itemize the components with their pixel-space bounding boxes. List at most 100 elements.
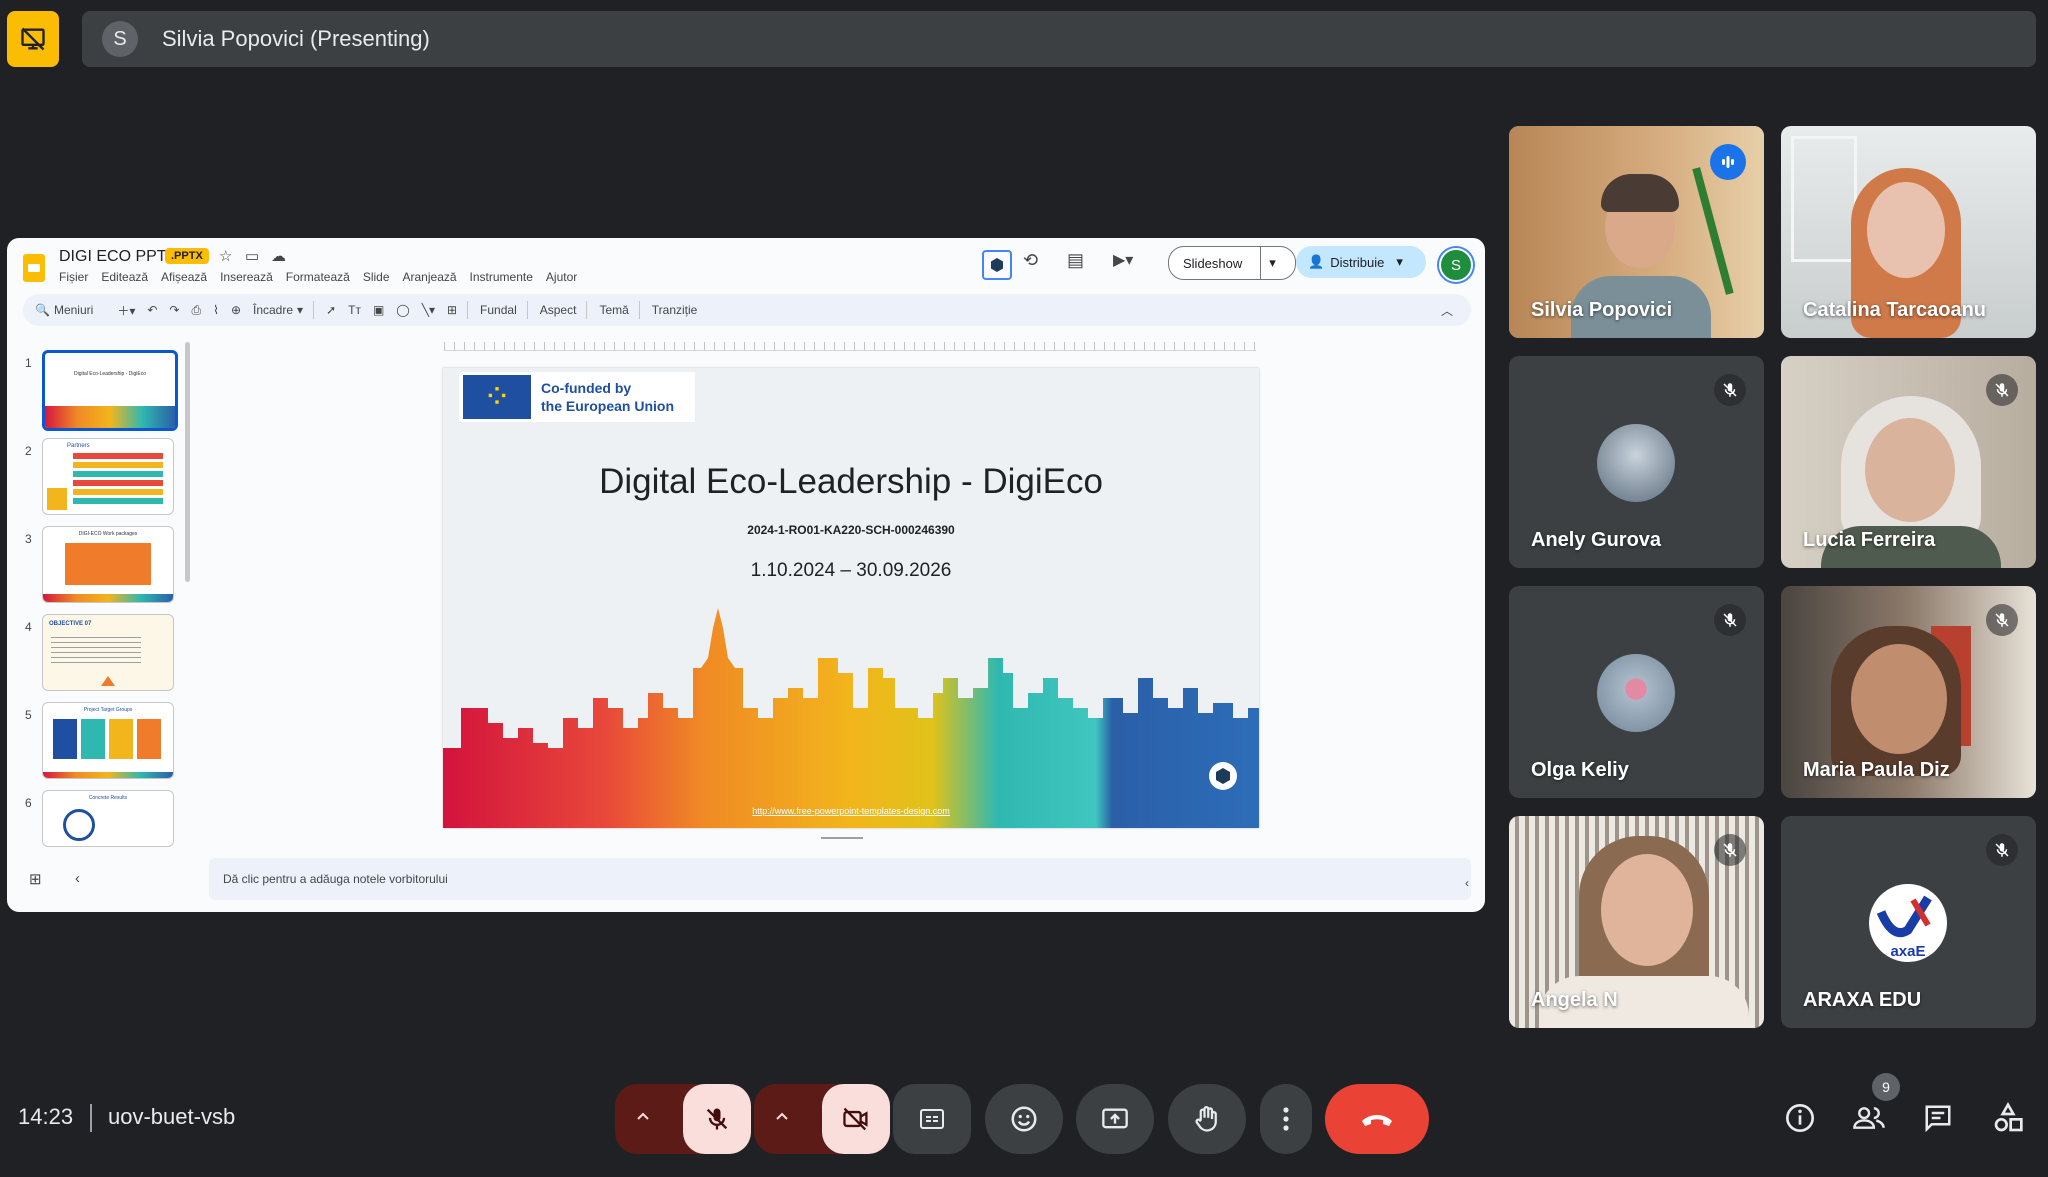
activities-icon	[1994, 1102, 2023, 1132]
activities-button[interactable]	[1990, 1100, 2026, 1136]
collapse-filmstrip-icon[interactable]: ‹	[75, 870, 80, 887]
slide-thumbnail-2[interactable]: Partners	[42, 438, 174, 515]
folder-icon[interactable]: ▭	[245, 247, 259, 265]
slide-filmstrip: 1 Digital Eco-Leadership - DigiEco 2 Par…	[7, 338, 197, 858]
document-title[interactable]: DIGI ECO PPT	[59, 248, 167, 266]
chevron-down-icon[interactable]: ▾	[1396, 254, 1403, 270]
present-off-icon	[21, 27, 45, 51]
slide-thumbnail-5[interactable]: Project Target Groups	[42, 702, 174, 779]
side-panel-toggle-icon[interactable]: ‹	[1465, 876, 1469, 890]
current-slide[interactable]: ⁘ Co-funded by the European Union Digita…	[443, 368, 1259, 828]
layout-button[interactable]: Aspect	[540, 303, 577, 317]
meet-camera-icon[interactable]: ▶▾	[1113, 250, 1133, 270]
paint-format-icon[interactable]: ⌇	[213, 303, 219, 317]
menu-view[interactable]: Afișează	[161, 270, 207, 284]
leave-call-button[interactable]	[1325, 1084, 1429, 1154]
present-now-button[interactable]	[1076, 1084, 1154, 1154]
participant-name: Catalina Tarcaoanu	[1803, 299, 1987, 321]
zoom-icon[interactable]: ⊕	[231, 303, 241, 317]
participant-tile-maria-paula[interactable]: Maria Paula Diz	[1781, 586, 2036, 798]
people-button[interactable]	[1851, 1100, 1887, 1136]
chat-button[interactable]	[1920, 1100, 1956, 1136]
slide-thumbnail-6[interactable]: Concrete Results	[42, 790, 174, 847]
present-screen-icon	[1102, 1108, 1128, 1129]
print-icon[interactable]: ⎙	[191, 303, 201, 318]
notes-resize-handle[interactable]	[821, 837, 863, 839]
theme-button[interactable]: Temă	[599, 303, 628, 317]
meeting-details-button[interactable]	[1782, 1100, 1818, 1136]
gemini-addon-icon[interactable]	[982, 250, 1012, 280]
select-cursor-icon[interactable]: ➚	[326, 303, 336, 317]
chevron-down-icon[interactable]: ▾	[297, 303, 303, 317]
menu-slide[interactable]: Slide	[363, 270, 390, 284]
stop-presenting-button[interactable]	[7, 11, 59, 67]
fit-zoom-dropdown[interactable]: Încadre	[253, 303, 293, 317]
text-box-icon[interactable]: Tт	[348, 303, 361, 317]
participant-tile-angela[interactable]: Angela N	[1509, 816, 1764, 1028]
template-url-link[interactable]: http://www.free-powerpoint-templates-des…	[443, 806, 1259, 816]
redo-icon[interactable]: ↷	[169, 303, 179, 317]
chat-icon	[1925, 1105, 1951, 1133]
participant-tile-silvia[interactable]: Silvia Popovici	[1509, 126, 1764, 338]
background-button[interactable]: Fundal	[480, 303, 517, 317]
participant-tile-catalina[interactable]: Catalina Tarcaoanu	[1781, 126, 2036, 338]
captions-button[interactable]	[893, 1084, 971, 1154]
share-person-icon: 👤	[1308, 254, 1325, 269]
mic-toggle-button[interactable]	[683, 1084, 751, 1154]
chevron-up-icon[interactable]	[774, 1108, 790, 1129]
menu-tools[interactable]: Instrumente	[470, 270, 533, 284]
slide-thumbnail-1[interactable]: Digital Eco-Leadership - DigiEco	[42, 350, 178, 431]
chevron-down-icon[interactable]: ▾	[1260, 247, 1276, 279]
filmstrip-scrollbar[interactable]	[185, 342, 190, 582]
slide-thumbnail-4[interactable]: OBJECTIVE 07	[42, 614, 174, 691]
cloud-status-icon[interactable]: ☁	[271, 247, 286, 265]
line-icon[interactable]: ╲▾	[422, 303, 435, 317]
comment-add-icon[interactable]: ⊞	[447, 303, 457, 317]
reactions-button[interactable]	[985, 1084, 1063, 1154]
shape-icon[interactable]: ◯	[396, 303, 409, 317]
add-slide-icon[interactable]: ＋▾	[117, 302, 135, 319]
participant-name: Olga Keliy	[1531, 759, 1629, 781]
speaker-notes-area[interactable]: Dă clic pentru a adăuga notele vorbitoru…	[209, 858, 1471, 900]
slides-app-icon[interactable]	[23, 254, 45, 282]
participant-name: Maria Paula Diz	[1803, 759, 1950, 781]
menu-format[interactable]: Formatează	[286, 270, 350, 284]
grid-view-icon[interactable]: ⊞	[29, 870, 42, 888]
search-menus-input[interactable]: Meniuri	[54, 303, 93, 317]
participant-name: Lucia Ferreira	[1803, 529, 1936, 551]
chevron-up-icon[interactable]	[635, 1108, 651, 1129]
star-icon[interactable]: ☆	[219, 247, 232, 265]
participant-tile-lucia[interactable]: Lucia Ferreira	[1781, 356, 2036, 568]
comments-icon[interactable]: ▤	[1067, 250, 1084, 271]
participant-tile-anely[interactable]: Anely Gurova	[1509, 356, 1764, 568]
meeting-clock: 14:23	[18, 1104, 74, 1129]
menu-help[interactable]: Ajutor	[546, 270, 577, 284]
version-history-icon[interactable]: ⟲	[1023, 250, 1038, 271]
project-dates: 1.10.2024 – 30.09.2026	[750, 560, 952, 581]
participant-face	[1601, 854, 1693, 966]
menu-file[interactable]: Fișier	[59, 270, 88, 284]
menu-arrange[interactable]: Aranjează	[403, 270, 457, 284]
account-avatar[interactable]: S	[1439, 248, 1473, 282]
more-vert-icon	[1283, 1107, 1289, 1131]
transition-button[interactable]: Tranziție	[652, 303, 698, 317]
camera-toggle-button[interactable]	[822, 1084, 890, 1154]
participant-tile-araxa[interactable]: axaE ARAXA EDU	[1781, 816, 2036, 1028]
speaking-indicator-icon	[1710, 144, 1746, 180]
collapse-toolbar-icon[interactable]: ︿	[1441, 302, 1453, 319]
meeting-code: uov-buet-vsb	[108, 1104, 236, 1129]
more-options-button[interactable]	[1260, 1084, 1312, 1154]
thumbnail-title: DIGI-ECO Work packages	[78, 531, 138, 537]
participant-tile-olga[interactable]: Olga Keliy	[1509, 586, 1764, 798]
search-icon: 🔍	[35, 303, 50, 317]
slide-thumbnail-3[interactable]: DIGI-ECO Work packages	[42, 526, 174, 603]
image-icon[interactable]: ▣	[373, 303, 384, 317]
muted-mic-icon	[1986, 374, 2018, 406]
menu-edit[interactable]: Editează	[101, 270, 148, 284]
menu-insert[interactable]: Inserează	[220, 270, 273, 284]
undo-icon[interactable]: ↶	[147, 303, 157, 317]
share-button[interactable]: 👤 Distribuie ▾	[1296, 246, 1426, 278]
raise-hand-button[interactable]	[1168, 1084, 1246, 1154]
slideshow-button[interactable]: Slideshow ▾	[1168, 246, 1296, 280]
eu-text-line-2: the European Union	[541, 398, 674, 414]
